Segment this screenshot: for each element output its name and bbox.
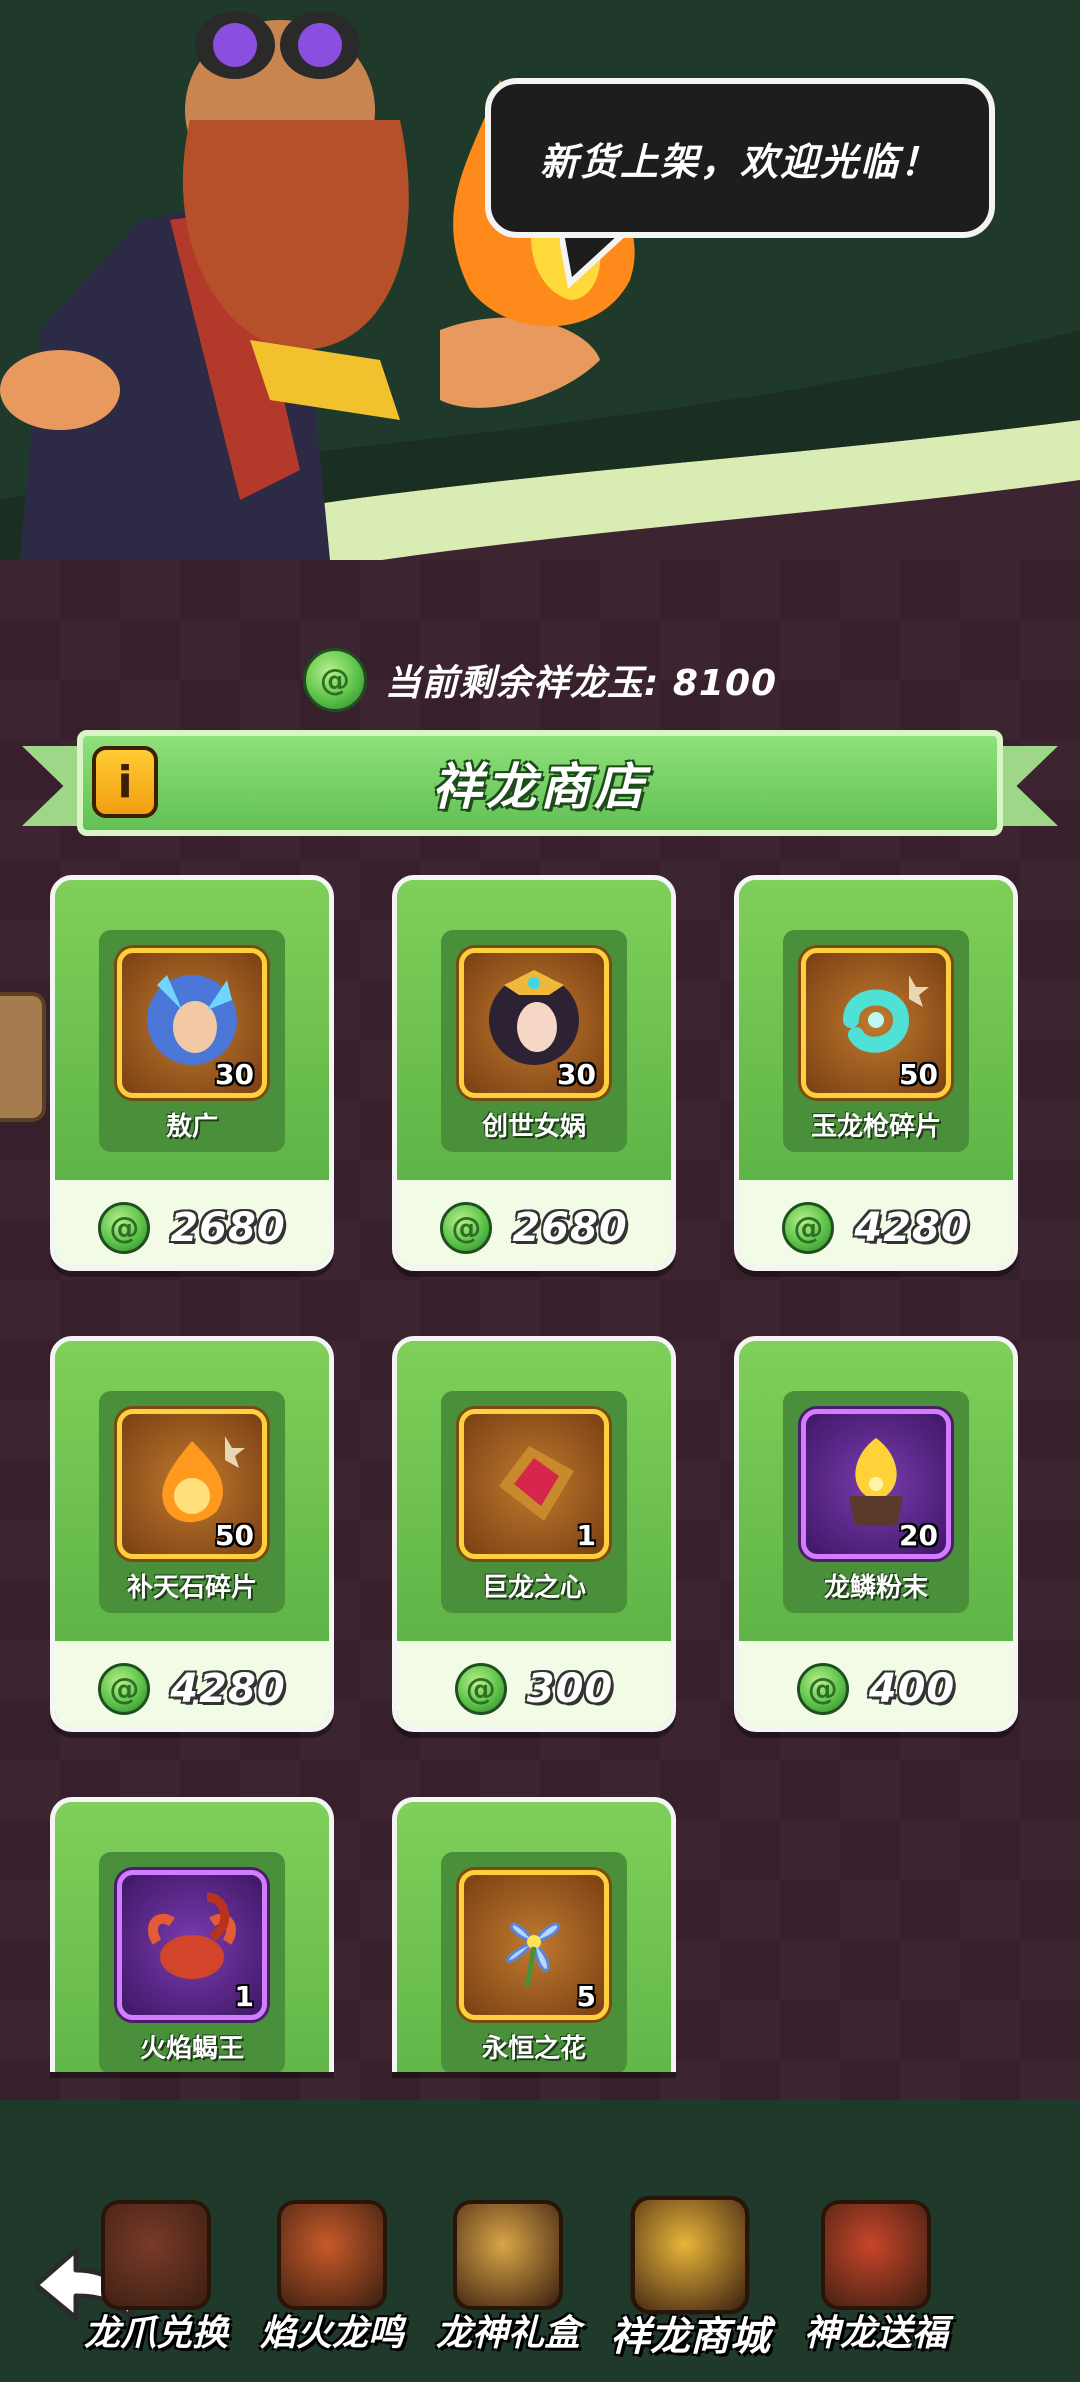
jade-coin-icon xyxy=(98,1663,151,1715)
nav-item-shop[interactable]: 祥龙商城 xyxy=(602,2195,778,2360)
item-price: 400 xyxy=(868,1666,956,1712)
nav-item-gift-chest[interactable]: 龙神礼盒 xyxy=(420,2200,596,2354)
side-tab-handle[interactable] xyxy=(0,992,46,1122)
price-bar[interactable]: 2680 xyxy=(55,1180,329,1266)
shop-item-card[interactable]: 30 创世女娲 2680 xyxy=(392,875,676,1271)
dragon-claw-icon xyxy=(101,2200,211,2310)
item-frame: 30 xyxy=(459,948,609,1098)
item-quantity: 5 xyxy=(576,1980,596,2013)
item-quantity: 20 xyxy=(899,1519,938,1552)
item-quantity: 30 xyxy=(557,1058,596,1091)
shop-item-card[interactable]: 1 巨龙之心 300 xyxy=(392,1336,676,1732)
nav-item-fire-dragon[interactable]: 焰火龙鸣 xyxy=(244,2200,420,2354)
nav-item-dragon-blessing[interactable]: 神龙送福 xyxy=(788,2200,964,2354)
fire-scorpion-icon xyxy=(148,1892,236,1979)
item-name: 巨龙之心 xyxy=(481,1573,586,1603)
item-name: 敖广 xyxy=(165,1112,218,1142)
item-price: 4280 xyxy=(170,1666,286,1712)
currency-balance: 当前剩余祥龙玉: 8100 xyxy=(0,640,1080,720)
jade-coin-icon xyxy=(782,1202,835,1254)
nav-item-dragon-claw[interactable]: 龙爪兑换 xyxy=(68,2200,244,2354)
item-name: 永恒之花 xyxy=(481,2034,586,2064)
price-bar[interactable]: 2680 xyxy=(397,1180,671,1266)
speech-bubble: 新货上架，欢迎光临！ xyxy=(485,78,995,238)
shop-item-card[interactable]: 50 补天石碎片 4280 xyxy=(50,1336,334,1732)
shop-banner: 祥龙商店 i xyxy=(22,730,1058,840)
item-quantity: 1 xyxy=(234,1980,254,2013)
shop-item-card[interactable]: 1 火焰蝎王 xyxy=(50,1797,334,2072)
shop-item-card[interactable]: 50 玉龙枪碎片 4280 xyxy=(734,875,1018,1271)
shop-title: 祥龙商店 xyxy=(432,758,648,816)
item-price: 2680 xyxy=(170,1205,286,1251)
nav-label: 龙神礼盒 xyxy=(435,2313,580,2354)
gift-chest-icon xyxy=(453,2200,563,2310)
shop-item-card[interactable]: 20 龙鳞粉末 400 xyxy=(734,1336,1018,1732)
item-quantity: 30 xyxy=(215,1058,254,1091)
item-name: 补天石碎片 xyxy=(126,1573,257,1603)
price-bar[interactable]: 4280 xyxy=(55,1641,329,1727)
item-price: 300 xyxy=(526,1666,614,1712)
price-bar[interactable]: 300 xyxy=(397,1641,671,1727)
eternal-flower-icon xyxy=(506,1922,561,1988)
shop-item-card[interactable]: 30 敖广 2680 xyxy=(50,875,334,1271)
item-frame: 1 xyxy=(459,1409,609,1559)
item-frame: 50 xyxy=(801,948,951,1098)
price-bar[interactable]: 400 xyxy=(739,1641,1013,1727)
info-icon: i xyxy=(117,756,133,808)
item-frame: 5 xyxy=(459,1870,609,2020)
nav-label: 焰火龙鸣 xyxy=(259,2313,404,2354)
banner-plate: 祥龙商店 xyxy=(77,730,1003,836)
item-quantity: 50 xyxy=(215,1519,254,1552)
jade-coin-icon xyxy=(98,1202,151,1254)
item-name: 火焰蝎王 xyxy=(139,2034,244,2064)
dragon-blessing-icon xyxy=(821,2200,931,2310)
jade-coin-icon xyxy=(440,1202,493,1254)
item-frame: 1 xyxy=(117,1870,267,2020)
nav-label: 神龙送福 xyxy=(803,2313,948,2354)
shop-item-card[interactable]: 5 永恒之花 xyxy=(392,1797,676,2072)
jade-coin-icon xyxy=(796,1663,849,1715)
shop-icon xyxy=(630,2195,750,2315)
fire-dragon-icon xyxy=(277,2200,387,2310)
dragon-heart-icon xyxy=(499,1446,574,1521)
item-name: 创世女娲 xyxy=(481,1112,586,1142)
item-frame: 20 xyxy=(801,1409,951,1559)
balance-label: 当前剩余祥龙玉: 8100 xyxy=(384,663,778,704)
item-price: 2680 xyxy=(512,1205,628,1251)
item-quantity: 1 xyxy=(576,1519,596,1552)
price-bar[interactable]: 4280 xyxy=(739,1180,1013,1266)
item-price: 4280 xyxy=(854,1205,970,1251)
jade-coin-icon xyxy=(454,1663,507,1715)
item-quantity: 50 xyxy=(899,1058,938,1091)
info-button[interactable]: i xyxy=(92,746,158,818)
nav-label: 龙爪兑换 xyxy=(83,2313,228,2354)
item-frame: 50 xyxy=(117,1409,267,1559)
item-name: 龙鳞粉末 xyxy=(823,1573,928,1603)
item-frame: 30 xyxy=(117,948,267,1098)
item-name: 玉龙枪碎片 xyxy=(810,1112,941,1142)
jade-coin-icon xyxy=(302,648,367,712)
speech-text: 新货上架，欢迎光临！ xyxy=(539,139,940,184)
